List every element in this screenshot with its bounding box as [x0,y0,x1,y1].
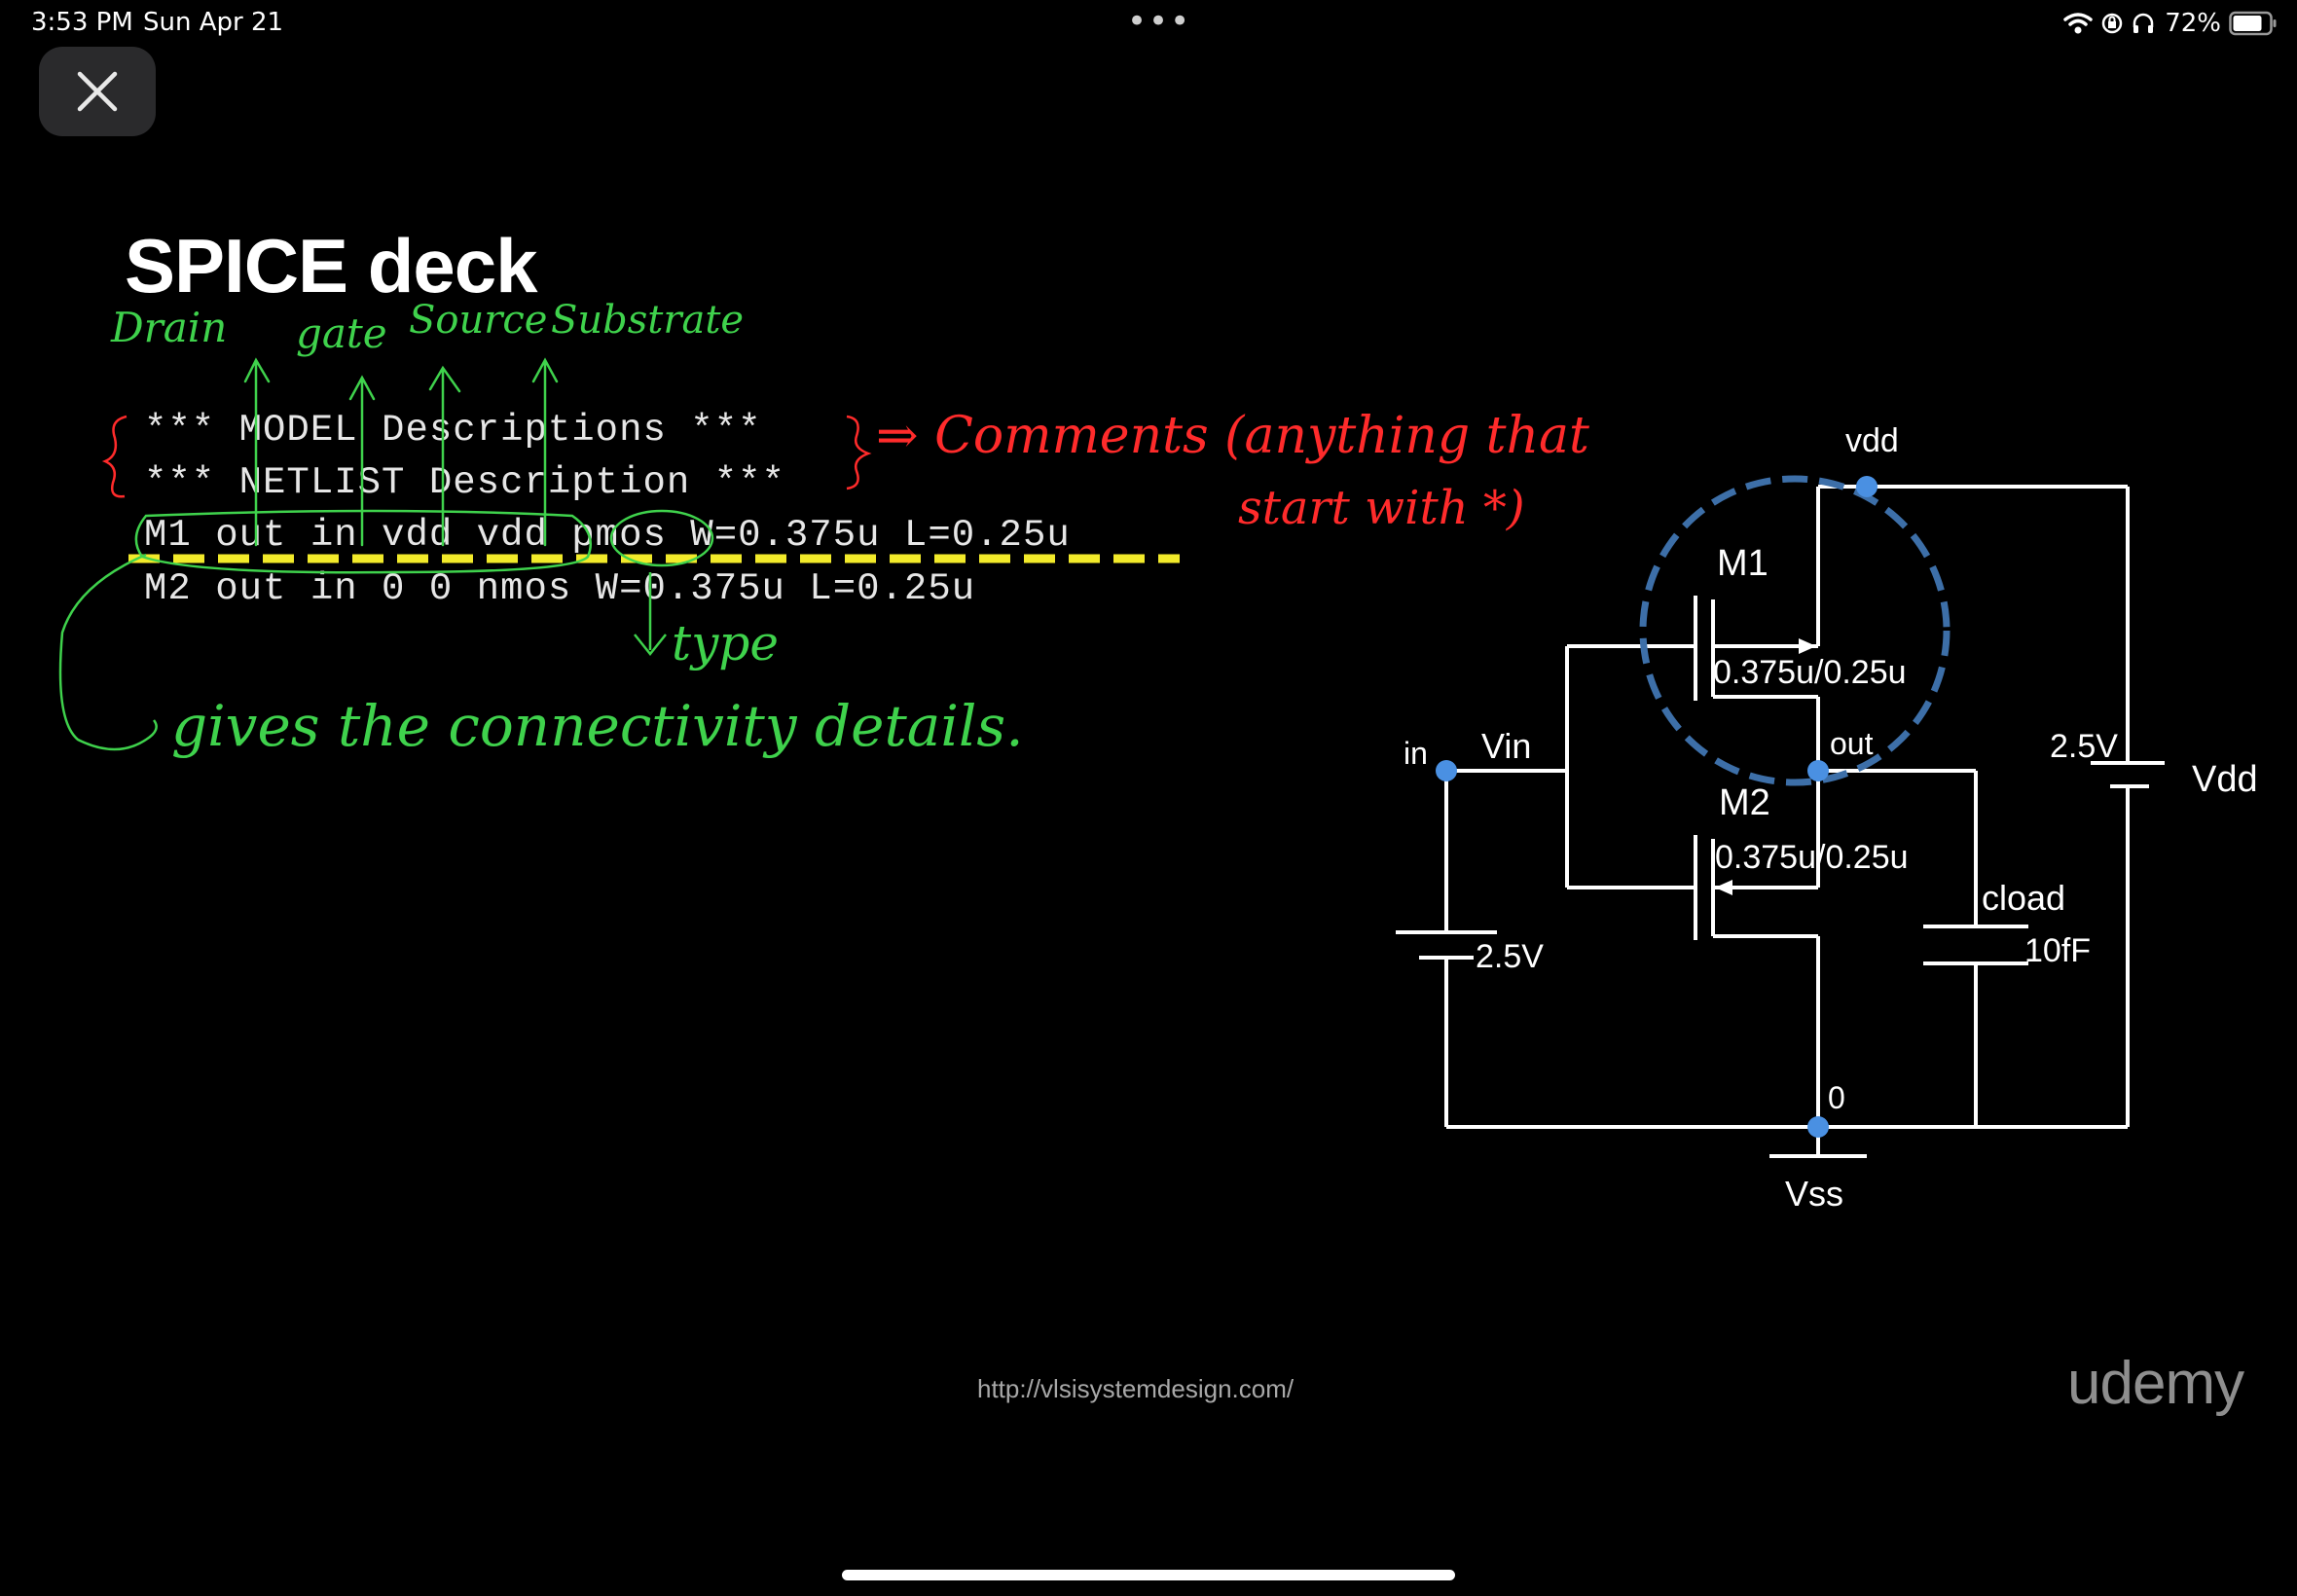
in-node-dot [1436,760,1457,781]
annotation-strokes [58,357,2165,1158]
udemy-logo: udemy [2067,1350,2244,1417]
left-bracket-red [101,415,128,498]
source-url: http://vlsisystemdesign.com/ [977,1374,1294,1403]
ground-node-label: 0 [1828,1080,1845,1115]
circle-marks [134,509,714,574]
out-node-dot [1807,760,1829,781]
m1-size-label: 0.375u/0.25u [1713,654,1907,691]
annotation-type: type [672,615,779,671]
type-arrow [634,572,667,657]
vss-label: Vss [1785,1174,1844,1214]
vdd-node-label: vdd [1845,422,1899,459]
annotation-comments-line1: ⇒ Comments (anything that [876,407,1589,465]
annotation-connectivity: gives the connectivity details. [171,693,1024,759]
cload-name: cload [1982,878,2066,918]
circuit-wires [1396,485,2165,1158]
annotation-source: Source [409,298,548,343]
vdd-node-dot [1856,476,1878,497]
home-indicator[interactable] [842,1570,1455,1580]
connectivity-connector [58,553,158,751]
out-node-label: out [1830,726,1874,761]
vin-source-value: 2.5V [1476,938,1544,975]
m2-label: M2 [1719,782,1770,823]
annotation-substrate: Substrate [551,298,745,343]
m2-arrow [1715,880,1732,895]
annotation-comments-line2: start with *) [1238,481,1525,535]
in-node-label: in [1404,736,1428,771]
m1-arrow [1799,638,1816,654]
m1-label: M1 [1717,543,1768,584]
arrows-up-group [243,357,559,547]
m2-size-label: 0.375u/0.25u [1715,839,1909,876]
vdd-source-name: Vdd [2192,759,2258,800]
right-brace-red [846,415,872,490]
ground-node-dot [1807,1116,1829,1138]
cload-value: 10fF [2024,932,2092,969]
vdd-source-value: 2.5V [2050,728,2118,765]
vin-label: Vin [1481,726,1532,766]
m1-highlight-circle [1639,475,1951,786]
annotation-drain: Drain [111,304,228,351]
annotation-gate: gate [296,309,387,357]
